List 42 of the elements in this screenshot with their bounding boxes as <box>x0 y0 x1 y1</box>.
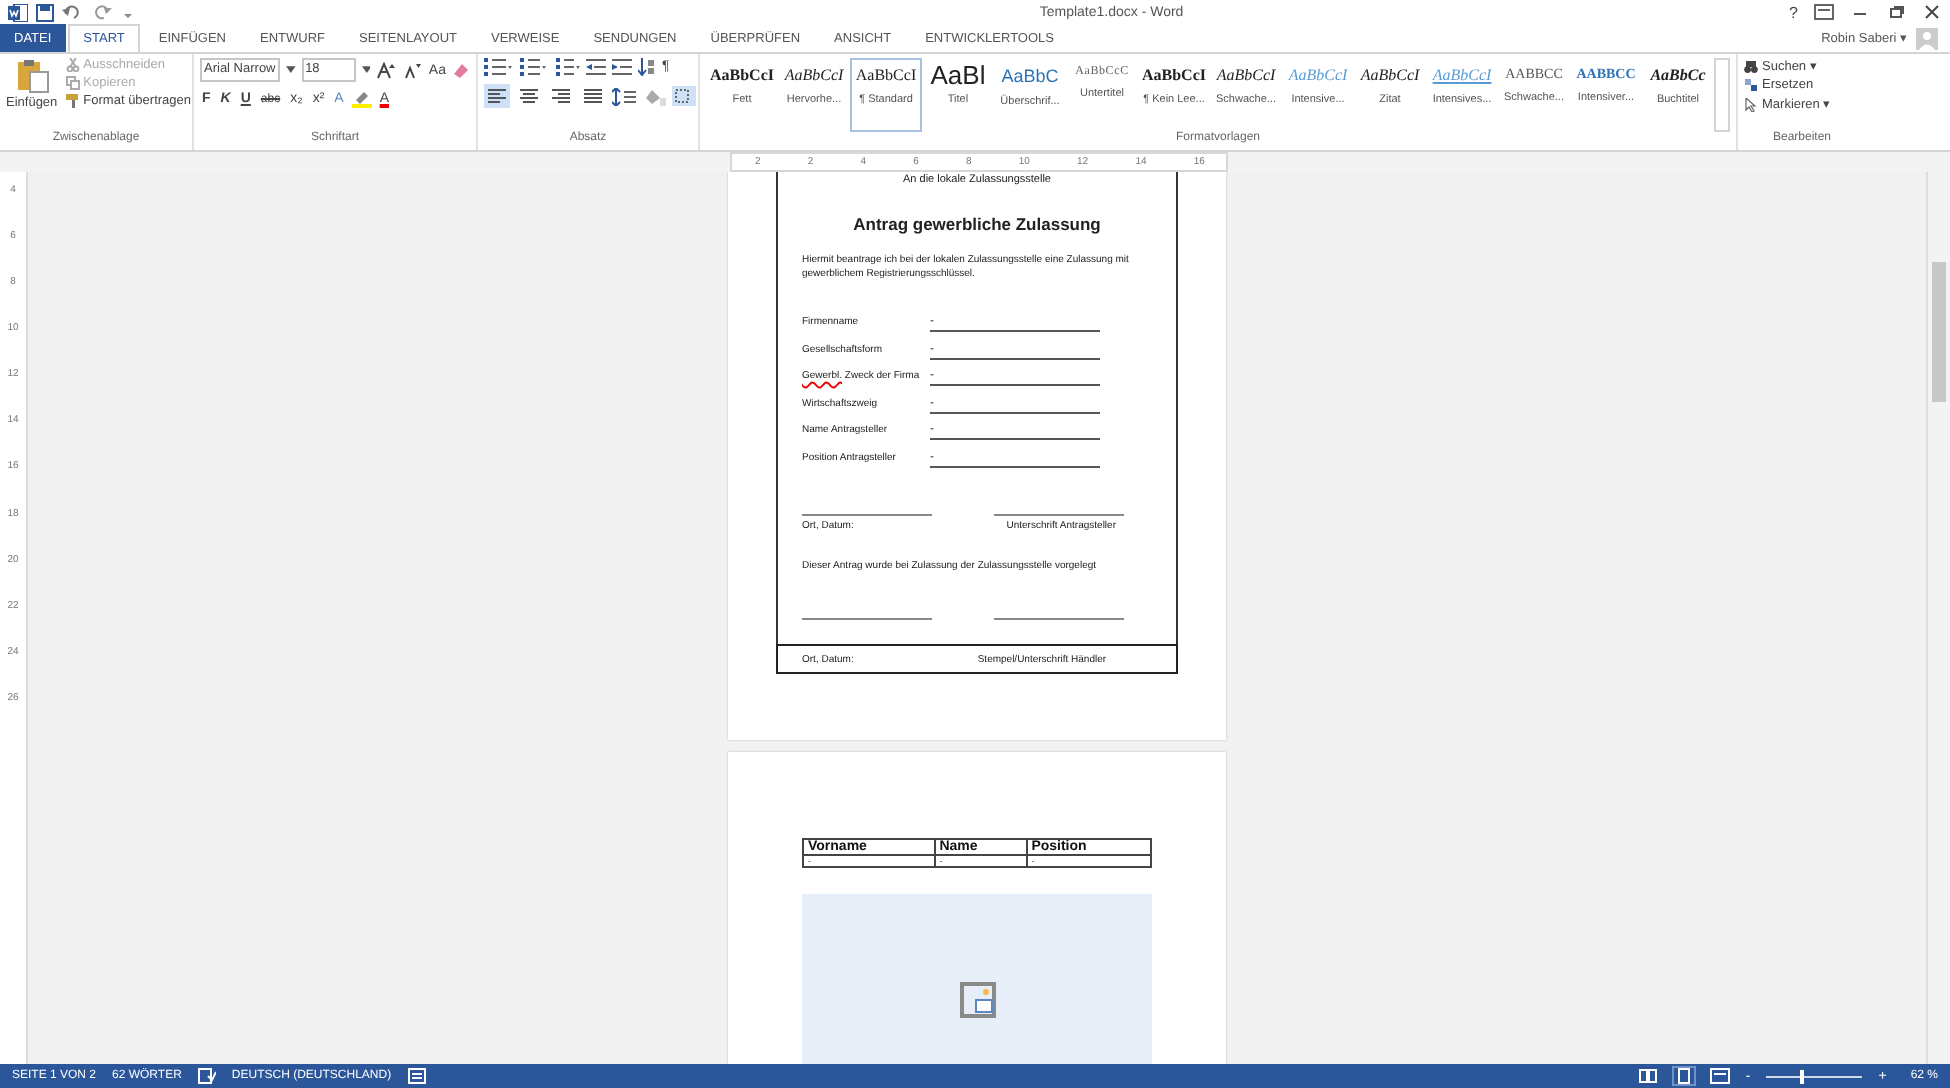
align-icon[interactable] <box>516 84 542 108</box>
help-button[interactable]: ? <box>1789 3 1798 21</box>
signature-line <box>802 512 932 516</box>
signature-line <box>994 616 1124 620</box>
binoculars-icon <box>1744 59 1758 73</box>
caret-icon[interactable] <box>285 66 296 74</box>
shrink-font-icon[interactable] <box>402 61 423 79</box>
highlighter-icon[interactable] <box>351 90 372 108</box>
scissors-icon <box>65 58 80 72</box>
redo-icon[interactable] <box>94 3 114 21</box>
image-icon <box>959 982 995 1018</box>
cursor-icon <box>1744 97 1758 111</box>
clipboard-icon <box>13 58 50 94</box>
align-icon[interactable] <box>484 84 510 108</box>
proofing-icon[interactable] <box>197 1068 216 1084</box>
caret-icon[interactable] <box>361 66 371 74</box>
clear-formatting-icon[interactable] <box>451 61 470 79</box>
vertical-scrollbar[interactable] <box>1926 172 1950 1064</box>
borders-icon[interactable] <box>672 86 696 106</box>
print-layout-icon[interactable] <box>1673 1068 1694 1084</box>
document-title: Antrag gewerbliche Zulassung <box>851 212 1103 234</box>
save-icon[interactable] <box>36 3 54 21</box>
align-icon[interactable] <box>580 84 606 108</box>
macro-icon[interactable] <box>407 1068 426 1084</box>
bullet-list-icon[interactable] <box>484 58 512 76</box>
signature-line <box>994 512 1124 516</box>
signature-line <box>802 616 932 620</box>
line-spacing-icon[interactable] <box>612 87 636 105</box>
close-icon[interactable] <box>1922 4 1942 20</box>
replace-icon <box>1744 78 1758 92</box>
align-icon[interactable] <box>548 84 574 108</box>
zoom-thumb[interactable] <box>1800 1069 1805 1083</box>
read-mode-icon[interactable] <box>1637 1068 1658 1084</box>
increase-indent-icon[interactable] <box>612 58 632 76</box>
ribbon-display-icon[interactable] <box>1814 4 1834 20</box>
sort-icon[interactable] <box>638 58 656 76</box>
paintbrush-icon <box>65 94 80 108</box>
decrease-indent-icon[interactable] <box>586 58 606 76</box>
web-layout-icon[interactable] <box>1709 1068 1730 1084</box>
maximize-icon[interactable] <box>1886 4 1906 20</box>
grow-font-icon[interactable] <box>376 61 397 79</box>
copy-icon <box>65 76 80 90</box>
